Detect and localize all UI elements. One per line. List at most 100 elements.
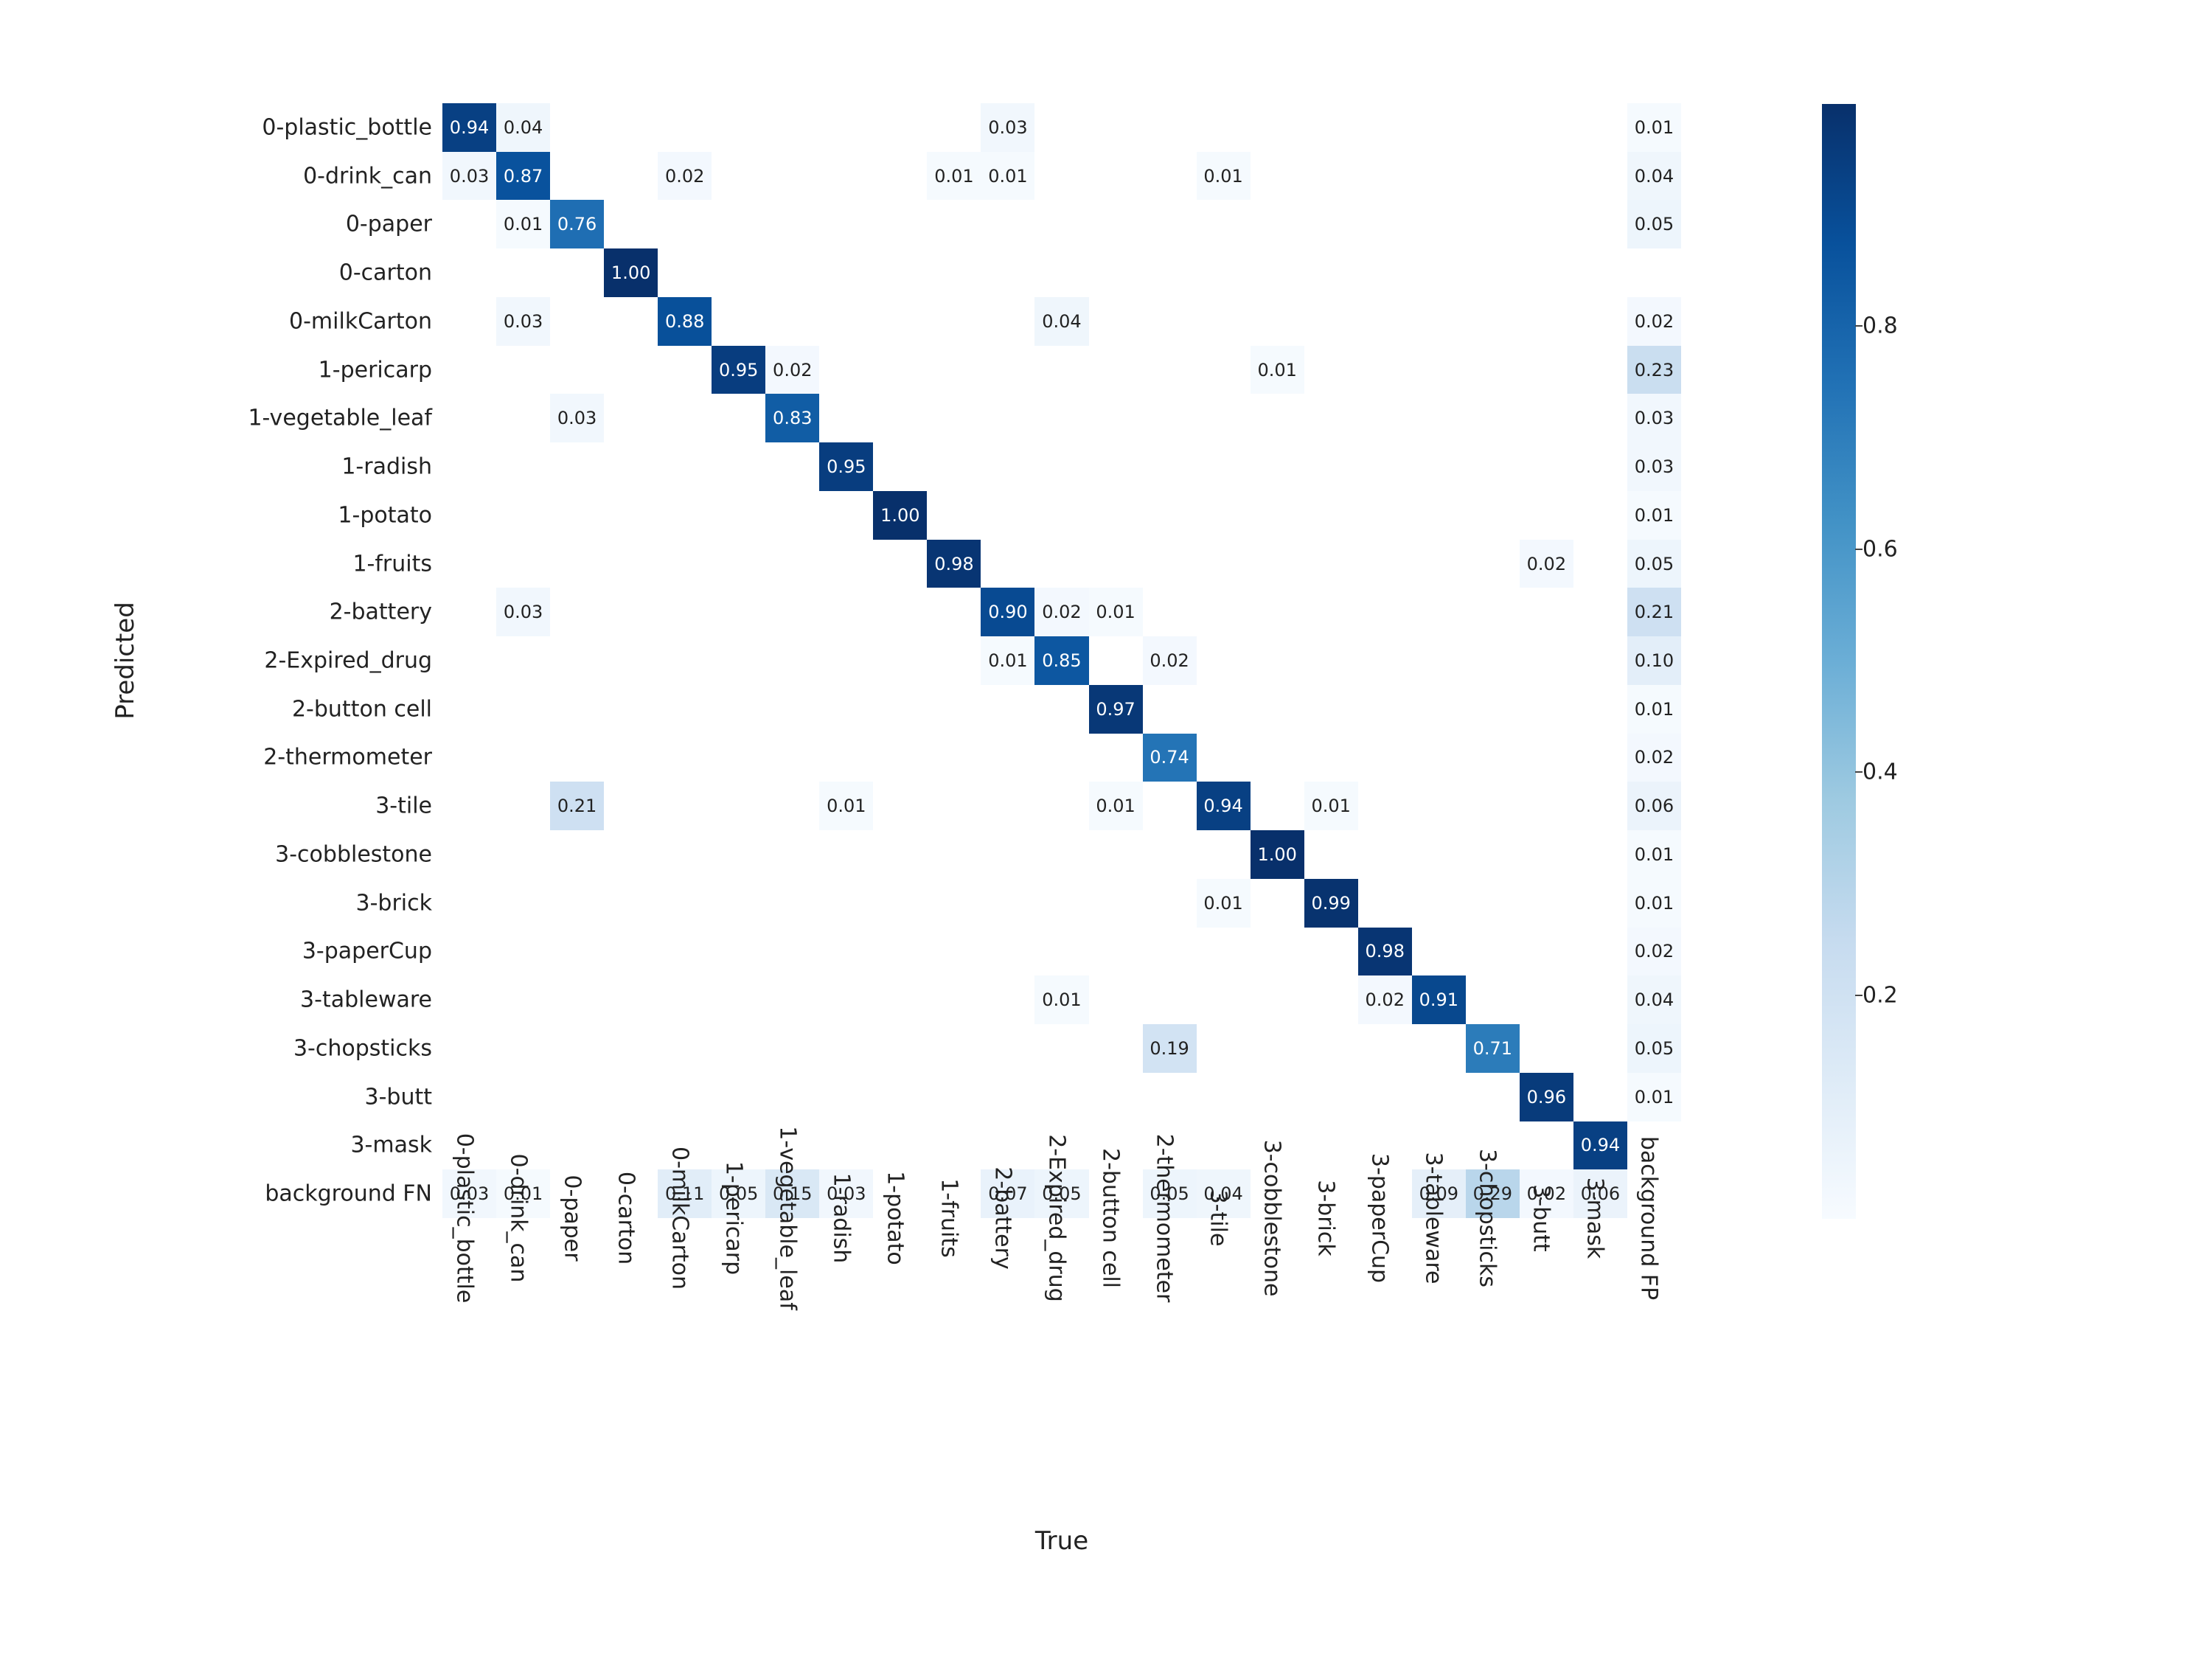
heatmap-cell: [1520, 248, 1573, 297]
heatmap-cell: [1466, 830, 1520, 879]
heatmap-cell: [873, 152, 927, 201]
cell-value: 0.97: [1096, 700, 1135, 718]
heatmap-cell: [1358, 540, 1412, 588]
cell-value: 0.98: [934, 555, 973, 573]
heatmap-cell: [604, 1024, 658, 1073]
heatmap-cell: [712, 928, 765, 976]
cell-value: 0.01: [1635, 1088, 1674, 1106]
cell-value: 0.03: [504, 603, 543, 621]
heatmap-cell: [927, 200, 981, 248]
heatmap-cell: [1358, 442, 1412, 491]
colorbar-tickmark: [1855, 995, 1863, 996]
heatmap-cell: 1.00: [873, 491, 927, 540]
heatmap-cell: 0.01: [1034, 975, 1088, 1024]
heatmap-cell: [550, 1073, 604, 1121]
heatmap-cell: [658, 1024, 712, 1073]
heatmap-cell: [1358, 491, 1412, 540]
heatmap-cell: [1412, 200, 1466, 248]
heatmap-cell: [604, 879, 658, 928]
heatmap-cell: 0.01: [1627, 1073, 1681, 1121]
heatmap-cell: [1573, 734, 1627, 782]
heatmap-cell: [1197, 442, 1251, 491]
heatmap-cell: [1412, 346, 1466, 394]
heatmap-cell: [1143, 540, 1197, 588]
heatmap-cell: [442, 975, 496, 1024]
cell-value: 0.03: [557, 409, 597, 427]
heatmap-cell: [1466, 1073, 1520, 1121]
heatmap-cell: [1573, 685, 1627, 734]
heatmap-cell: [981, 685, 1034, 734]
x-axis-label: True: [1035, 1526, 1088, 1556]
heatmap-cell: 0.87: [496, 152, 550, 201]
heatmap-cell: [1143, 200, 1197, 248]
heatmap-cell: 0.05: [1627, 200, 1681, 248]
heatmap-cell: [550, 442, 604, 491]
heatmap-cell: 0.02: [1143, 636, 1197, 685]
heatmap-cell: [1251, 442, 1304, 491]
heatmap-cell: [604, 491, 658, 540]
heatmap-cell: 0.03: [496, 297, 550, 346]
heatmap-cell: [550, 879, 604, 928]
cell-value: 0.03: [504, 313, 543, 330]
heatmap-cell: [1143, 782, 1197, 830]
heatmap-cell: [604, 540, 658, 588]
heatmap-cell: [1251, 636, 1304, 685]
heatmap-cell: [1304, 685, 1358, 734]
heatmap-cell: [658, 1073, 712, 1121]
heatmap-cell: [1358, 152, 1412, 201]
heatmap-cell: [819, 636, 873, 685]
col-label: 0-carton: [613, 1172, 649, 1265]
heatmap-cell: [604, 442, 658, 491]
heatmap-cell: [873, 928, 927, 976]
heatmap-cell: [1520, 975, 1573, 1024]
col-label: 3-paperCup: [1367, 1153, 1403, 1283]
cell-value: 0.02: [665, 167, 704, 185]
cell-value: 0.04: [1635, 167, 1674, 185]
heatmap-cell: [1143, 297, 1197, 346]
heatmap-cell: [442, 248, 496, 297]
heatmap-cell: [1412, 879, 1466, 928]
heatmap-cell: [1466, 588, 1520, 636]
heatmap-cell: [1466, 636, 1520, 685]
heatmap-cell: [1358, 830, 1412, 879]
heatmap-cell: [927, 975, 981, 1024]
heatmap-cell: [873, 248, 927, 297]
heatmap-cell: [1089, 297, 1143, 346]
cell-value: 0.04: [1042, 313, 1081, 330]
col-label: 3-brick: [1313, 1180, 1349, 1256]
heatmap-cell: [1143, 685, 1197, 734]
cell-value: 0.10: [1635, 652, 1674, 669]
heatmap-cell: 0.02: [1627, 297, 1681, 346]
heatmap-cell: [1251, 879, 1304, 928]
heatmap-cell: [927, 879, 981, 928]
heatmap-cell: [1573, 248, 1627, 297]
heatmap-cell: [712, 782, 765, 830]
heatmap-cell: [1573, 928, 1627, 976]
heatmap-cell: [927, 734, 981, 782]
cell-value: 0.90: [988, 603, 1027, 621]
heatmap-cell: [1304, 928, 1358, 976]
col-label: 0-plastic_bottle: [451, 1133, 487, 1304]
heatmap-cell: [496, 636, 550, 685]
heatmap-cell: [1358, 879, 1412, 928]
heatmap-cell: [981, 734, 1034, 782]
heatmap-cell: [981, 394, 1034, 442]
cell-value: 0.91: [1419, 991, 1458, 1009]
heatmap-cell: 1.00: [604, 248, 658, 297]
heatmap-cell: 0.98: [927, 540, 981, 588]
heatmap-cell: 0.88: [658, 297, 712, 346]
heatmap-cell: [1358, 248, 1412, 297]
heatmap-cell: [1573, 540, 1627, 588]
heatmap-cell: 0.01: [1627, 685, 1681, 734]
heatmap-cell: [1520, 346, 1573, 394]
heatmap-cell: 0.01: [1627, 103, 1681, 152]
heatmap-cell: [1304, 636, 1358, 685]
heatmap-cell: [658, 394, 712, 442]
cell-value: 0.03: [1635, 458, 1674, 476]
heatmap-cell: 0.03: [496, 588, 550, 636]
row-label: 2-battery: [330, 599, 442, 625]
col-label: 0-paper: [559, 1175, 595, 1261]
heatmap-cell: [604, 1073, 658, 1121]
heatmap-cell: [712, 540, 765, 588]
cell-value: 0.06: [1635, 797, 1674, 815]
